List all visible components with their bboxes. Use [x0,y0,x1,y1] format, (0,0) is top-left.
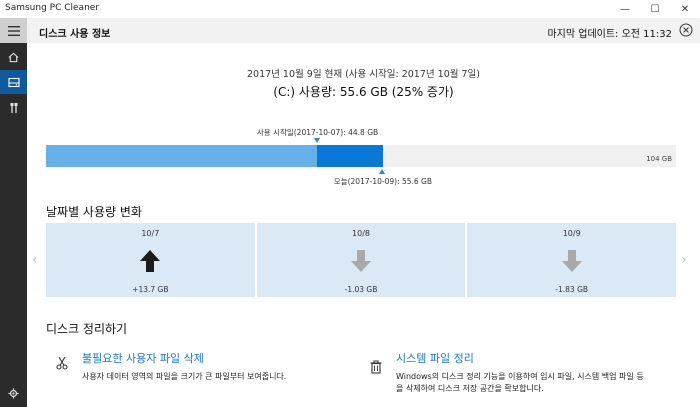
page-title: 디스크 사용 정보 [39,29,111,40]
page-header: 디스크 사용 정보 마지막 업데이트: 오전 11:32 [27,18,700,43]
cleanup-system-files-link[interactable]: 시스템 파일 정리 [396,350,644,366]
tile-date: 10/8 [352,229,370,238]
gear-icon [8,387,19,399]
bar-increase [317,145,383,167]
bar-start-usage [46,145,318,167]
close-icon[interactable] [679,23,693,37]
window-title: Samsung PC Cleaner [5,3,100,13]
rail-item-disk[interactable] [0,70,27,94]
tile-date: 10/9 [562,229,581,238]
prev-arrow[interactable]: ‹ [32,252,38,268]
daily-tile[interactable]: 10/7 +13.7 GB [46,223,255,297]
maximize-button[interactable]: ☐ [640,0,670,18]
home-icon [8,52,19,62]
last-update-text: 마지막 업데이트: 오전 11:32 [547,29,672,40]
tile-date: 10/7 [141,229,160,238]
rail-item-tools[interactable] [0,96,27,120]
arrow-down-icon [561,250,582,272]
daily-tile[interactable]: 10/8 -1.03 GB [256,223,466,297]
tile-value: -1.03 GB [344,285,378,294]
disk-icon [7,77,20,87]
arrow-up-icon [140,250,161,272]
hamburger-menu-icon [7,25,20,36]
total-capacity-label: 104 GB [646,155,672,163]
next-arrow[interactable]: › [681,252,687,268]
rail-item-home[interactable] [0,45,27,69]
arrow-down-icon [351,250,371,272]
scissors-icon [56,356,68,370]
trash-icon [370,360,382,374]
disk-cleanup-title: 디스크 정리하기 [46,322,128,336]
daily-tile[interactable]: 10/9 -1.83 GB [467,223,677,297]
today-usage-label: 오늘(2017-10-09): 55.6 GB [333,177,432,186]
nav-rail [0,18,27,407]
tools-icon [10,103,17,113]
cleanup-user-files[interactable]: 불필요한 사용자 파일 삭제 사용자 데이터 영역의 파일을 크기가 큰 파일부… [82,350,286,383]
today-marker [379,169,386,174]
hamburger-menu-button[interactable] [0,18,27,43]
window-titlebar: Samsung PC Cleaner — ☐ ✕ [0,0,700,18]
start-marker [313,138,320,143]
start-usage-label: 사용 시작일(2017-10-07): 44.8 GB [256,128,379,137]
close-window-button[interactable]: ✕ [670,0,700,18]
minimize-button[interactable]: — [610,0,640,18]
tile-value: +13.7 GB [132,285,169,294]
usage-summary-text: (C:) 사용량: 55.6 GB (25% 증가) [273,85,454,99]
current-date-text: 2017년 10월 9일 현재 (사용 시작일: 2017년 10월 7일) [246,69,480,80]
daily-usage-tiles: 10/7 +13.7 GB 10/8 -1.03 GB 10/9 -1.83 G… [46,223,677,297]
cleanup-system-files-desc-line1: Windows의 디스크 정리 기능을 이용하여 임시 파일, 시스템 백업 파… [396,372,644,381]
daily-usage-title: 날짜별 사용량 변화 [46,205,142,219]
tile-value: -1.83 GB [555,285,589,294]
cleanup-system-files[interactable]: 시스템 파일 정리 Windows의 디스크 정리 기능을 이용하여 임시 파일… [396,350,644,395]
cleanup-user-files-desc: 사용자 데이터 영역의 파일을 크기가 큰 파일부터 보여줍니다. [82,372,287,381]
cleanup-user-files-link[interactable]: 불필요한 사용자 파일 삭제 [82,350,286,366]
rail-item-settings[interactable] [0,381,27,405]
cleanup-system-files-desc-line2: 을 삭제하여 디스크 저장 공간을 확보합니다. [396,384,544,393]
disk-usage-bar: 104 GB [46,145,676,167]
